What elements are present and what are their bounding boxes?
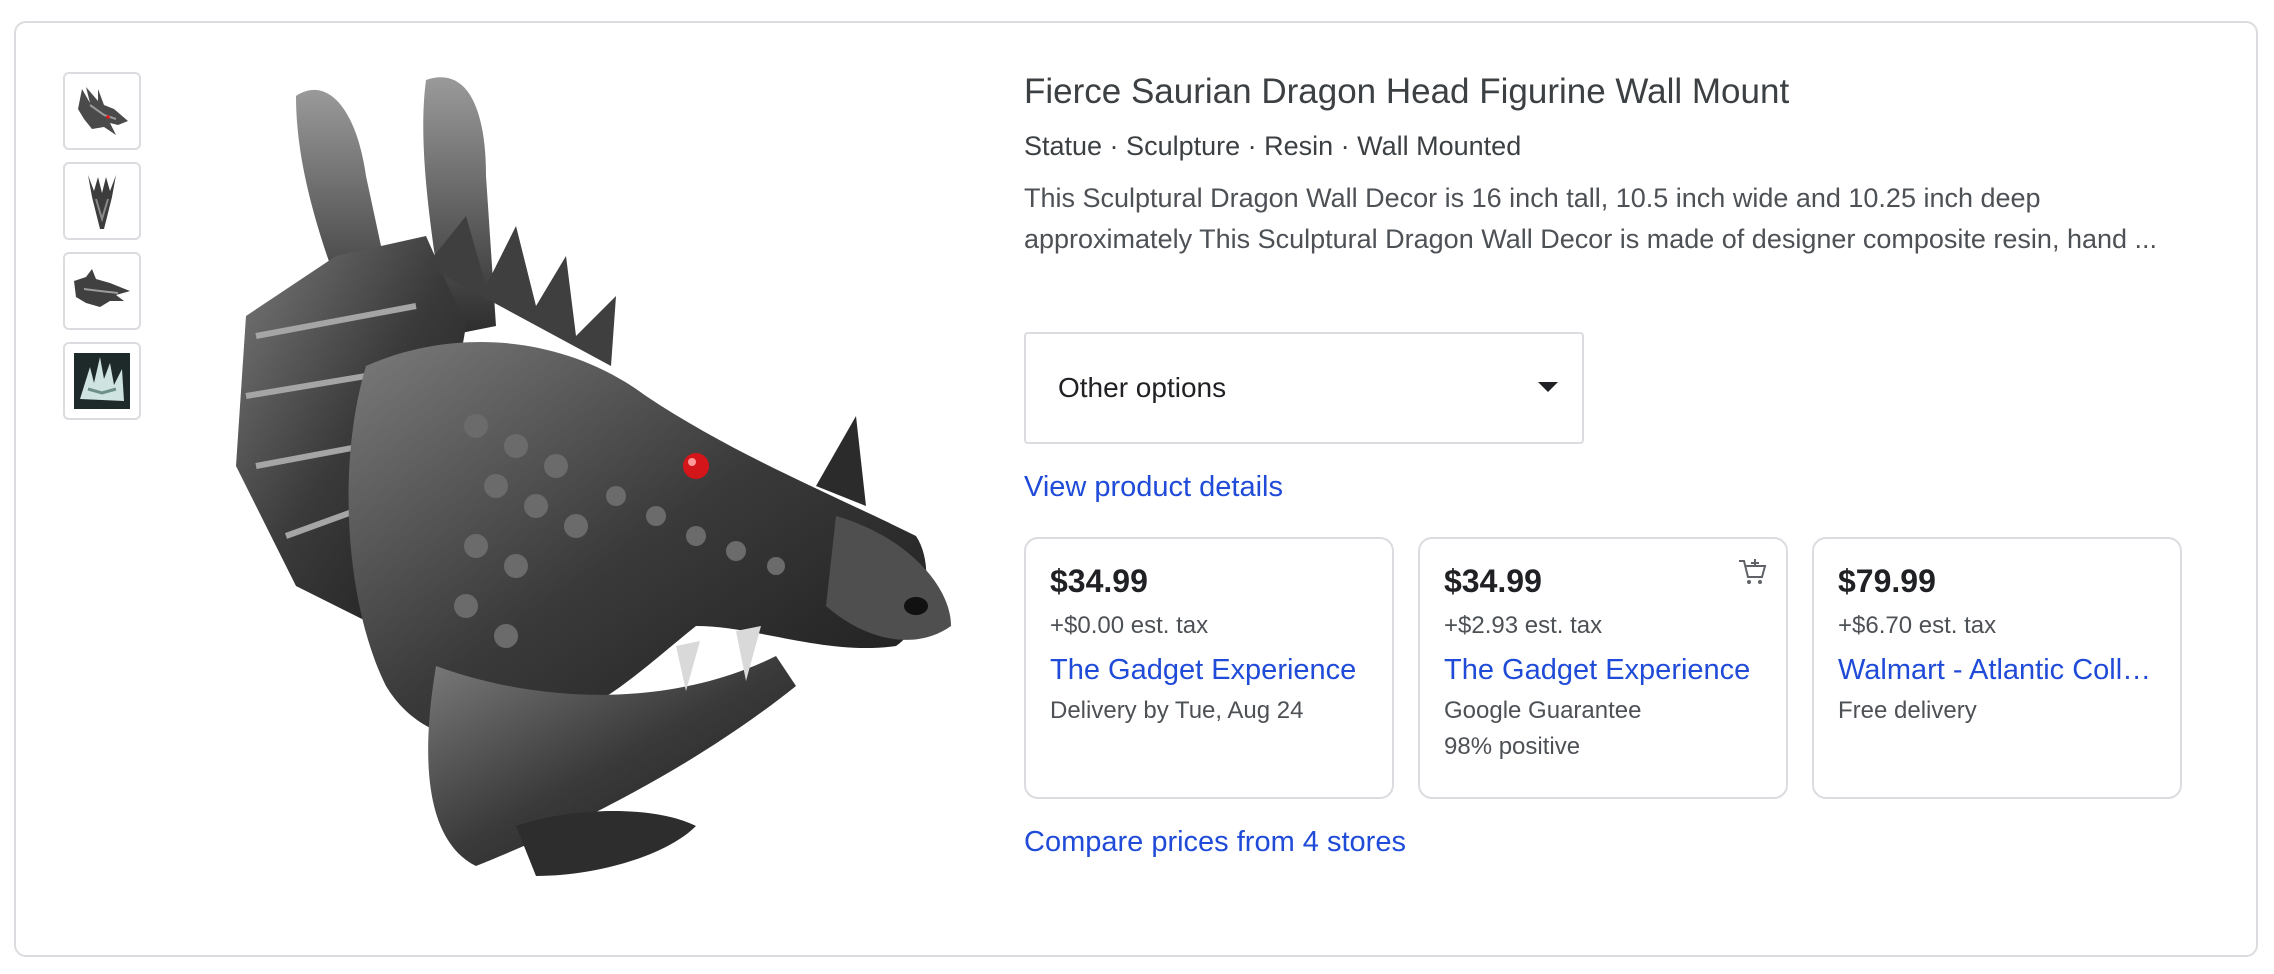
dragon-front-thumb-icon [88,175,116,229]
product-main-image[interactable] [216,66,956,886]
offer-card-2[interactable]: $34.99 +$2.93 est. tax The Gadget Experi… [1418,537,1788,799]
offer-price: $34.99 [1444,563,1542,599]
offer-card-1[interactable]: $34.99 +$0.00 est. tax The Gadget Experi… [1024,537,1394,799]
dragon-profile-thumb-icon [74,269,130,307]
offer-rating: 98% positive [1444,733,1581,760]
thumbnail-1[interactable] [63,72,141,150]
offer-tax: +$0.00 est. tax [1050,612,1209,639]
dragon-head-thumb-icon [78,87,128,135]
offer-meta: Delivery by Tue, Aug 24 [1050,697,1304,724]
offer-meta: Google Guarantee [1444,697,1642,724]
dragon-head-icon [236,77,951,876]
other-options-dropdown[interactable]: Other options [1024,332,1584,444]
thumbnail-2[interactable] [63,162,141,240]
offer-price: $79.99 [1838,563,1936,599]
product-description: This Sculptural Dragon Wall Decor is 16 … [1024,183,2158,254]
compare-prices-link[interactable]: Compare prices from 4 stores [1024,826,1406,859]
product-attributes: Statue · Sculpture · Resin · Wall Mounte… [1024,131,1522,161]
offer-card-3[interactable]: $79.99 +$6.70 est. tax Walmart - Atlanti… [1812,537,2182,799]
caret-down-icon [1538,382,1558,392]
product-title: Fierce Saurian Dragon Head Figurine Wall… [1024,72,1790,111]
thumbnail-3[interactable] [63,252,141,330]
offer-merchant[interactable]: The Gadget Experience [1050,654,1368,687]
other-options-label: Other options [1058,372,1227,403]
add-to-cart-icon[interactable] [1736,555,1768,587]
offer-merchant[interactable]: Walmart - Atlantic Coll… [1838,654,2156,687]
offer-price: $34.99 [1050,563,1148,599]
view-product-details-link[interactable]: View product details [1024,471,1283,504]
offer-tax: +$2.93 est. tax [1444,612,1603,639]
offer-tax: +$6.70 est. tax [1838,612,1997,639]
dragon-detail-thumb-icon [74,353,130,409]
offer-merchant[interactable]: The Gadget Experience [1444,654,1762,687]
offer-meta: Free delivery [1838,697,1977,724]
thumbnail-4[interactable] [63,342,141,420]
